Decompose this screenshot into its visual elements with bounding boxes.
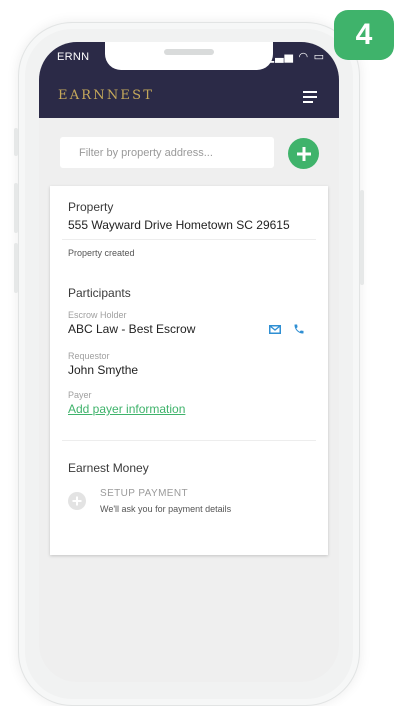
phone-screen: ERNN ▁▃▅ ◠ ▭ EARNNEST Property 555 Waywa… — [39, 42, 339, 682]
property-address: 555 Wayward Drive Hometown SC 29615 — [68, 218, 290, 232]
status-bar: ERNN ▁▃▅ ◠ ▭ — [39, 42, 339, 76]
email-icon[interactable] — [269, 325, 281, 334]
transaction-card: Property 555 Wayward Drive Hometown SC 2… — [50, 186, 328, 555]
earnest-money-heading: Earnest Money — [68, 461, 149, 475]
payer-label: Payer — [68, 390, 92, 400]
filter-address-input[interactable] — [60, 137, 274, 168]
phone-side-button — [14, 128, 18, 156]
speaker — [164, 49, 214, 55]
requestor-label: Requestor — [68, 351, 110, 361]
carrier-label: ERNN — [57, 51, 90, 63]
add-property-button[interactable] — [288, 138, 319, 169]
property-heading: Property — [68, 200, 114, 214]
participants-divider — [62, 440, 316, 441]
notch — [105, 42, 273, 70]
escrow-holder-name: ABC Law - Best Escrow — [68, 322, 196, 336]
phone-volume-up — [14, 183, 18, 233]
phone-icon[interactable] — [293, 323, 305, 335]
requestor-name: John Smythe — [68, 363, 139, 377]
signal-wifi-battery-icons: ▁▃▅ ◠ ▭ — [265, 50, 325, 63]
setup-payment-plus-icon[interactable] — [68, 492, 86, 510]
setup-payment-button[interactable]: SETUP PAYMENT — [100, 488, 188, 499]
phone-volume-down — [14, 243, 18, 293]
property-status: Property created — [68, 248, 135, 258]
hamburger-menu-icon[interactable] — [303, 91, 317, 103]
property-divider — [62, 239, 316, 240]
plus-icon — [296, 146, 311, 161]
participants-heading: Participants — [68, 286, 131, 300]
escrow-holder-label: Escrow Holder — [68, 310, 127, 320]
step-badge: 4 — [334, 10, 394, 60]
add-payer-link[interactable]: Add payer information — [68, 402, 185, 416]
phone-power-button — [360, 190, 364, 285]
setup-payment-description: We'll ask you for payment details — [100, 504, 232, 514]
app-header: EARNNEST — [39, 76, 339, 118]
brand-logo: EARNNEST — [58, 88, 155, 103]
